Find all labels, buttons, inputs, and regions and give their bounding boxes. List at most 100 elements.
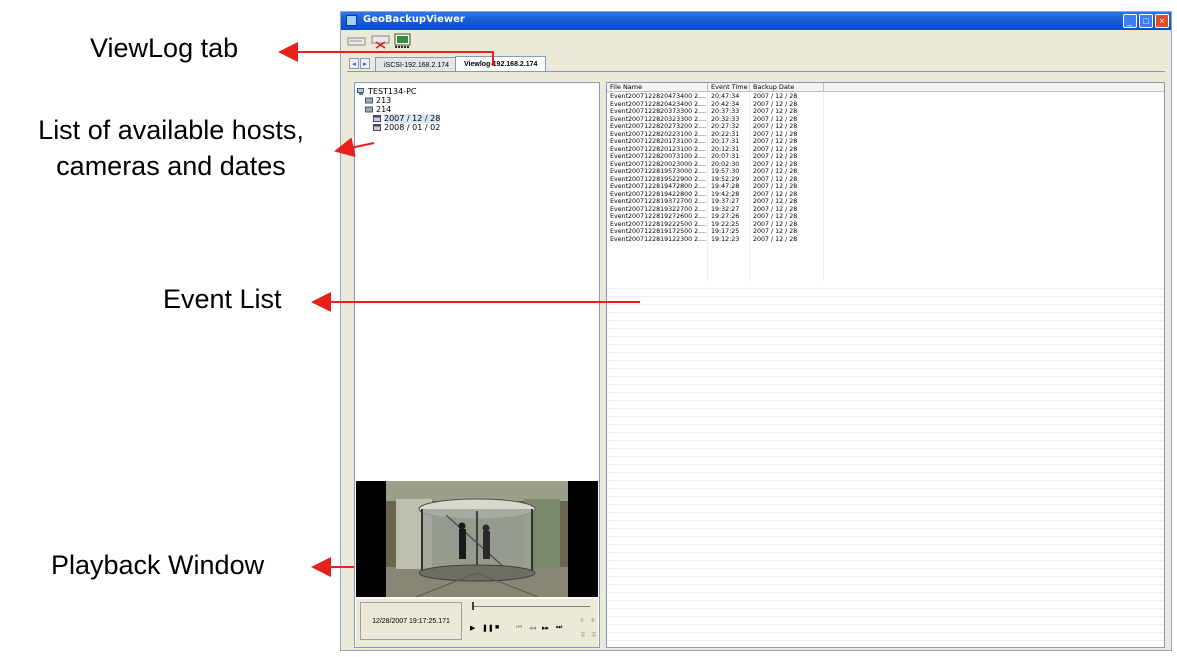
- speed-down-icon[interactable]: ∓: [580, 631, 586, 639]
- skip-end-icon[interactable]: ⏭: [556, 624, 562, 632]
- event-row[interactable]: Event2007122820073100 2.... 20:07:31 2007 …: [607, 153, 1164, 161]
- event-time: 20:12:31: [711, 145, 740, 153]
- event-backup-date: 2007 / 12 / 28: [753, 235, 798, 243]
- event-row[interactable]: Event2007122820173100 2.... 20:17:31 2007 …: [607, 138, 1164, 146]
- event-backup-date: 2007 / 12 / 28: [753, 130, 798, 138]
- event-file-name: Event2007122819222500 2....: [610, 220, 707, 228]
- event-time: 20:07:31: [711, 153, 740, 160]
- event-time: 20:37:33: [711, 108, 740, 115]
- callout-event-list: Event List: [163, 284, 282, 314]
- app-icon: [346, 15, 357, 26]
- iscsi-icon[interactable]: [347, 33, 367, 49]
- event-time: 19:47:28: [711, 183, 740, 190]
- event-row[interactable]: Event2007122819372700 2.... 19:37:27 2007 …: [607, 198, 1164, 206]
- tree-node-camera[interactable]: 213: [357, 96, 440, 105]
- calendar-icon: [373, 124, 381, 131]
- event-backup-date: 2007 / 12 / 28: [753, 100, 798, 108]
- tree-node-host[interactable]: TEST134-PC: [357, 87, 440, 96]
- callout-hosts-line2: cameras and dates: [56, 151, 286, 181]
- event-row[interactable]: Event2007122819172500 2.... 19:17:25 2007 …: [607, 228, 1164, 236]
- event-file-name: Event2007122820223100 2....: [610, 130, 707, 138]
- event-row[interactable]: Event2007122820223100 2.... 20:22:31 2007 …: [607, 131, 1164, 139]
- camera-label: 214: [376, 105, 392, 114]
- column-header-filler: [824, 83, 1164, 92]
- event-list-panel: File Name Event Time Backup Date Event20…: [606, 82, 1165, 648]
- event-backup-date: 2007 / 12 / 28: [753, 153, 798, 160]
- calendar-icon: [373, 115, 381, 122]
- playback-slider[interactable]: [472, 606, 590, 607]
- event-backup-date: 2007 / 12 / 28: [753, 198, 798, 205]
- skip-start-icon[interactable]: ⏮: [516, 624, 522, 632]
- event-backup-date: 2007 / 12 / 28: [753, 190, 798, 198]
- viewlog-icon[interactable]: [393, 33, 413, 49]
- event-time: 20:47:34: [711, 93, 740, 100]
- fast-forward-icon[interactable]: ▸▸: [542, 624, 549, 632]
- event-time: 19:37:27: [711, 198, 740, 205]
- event-row[interactable]: Event2007122819472800 2.... 19:47:28 2007 …: [607, 183, 1164, 191]
- tab-next-button[interactable]: ▸: [360, 58, 370, 69]
- maximize-button[interactable]: □: [1139, 14, 1153, 28]
- event-row[interactable]: Event2007122819322700 2.... 19:32:27 2007 …: [607, 206, 1164, 214]
- event-time: 19:52:29: [711, 175, 740, 183]
- tree-node-camera[interactable]: 214: [357, 105, 440, 114]
- host-label: TEST134-PC: [368, 87, 417, 96]
- zoom-in-icon[interactable]: ±: [591, 617, 595, 624]
- event-row[interactable]: Event2007122819272600 2.... 19:27:26 2007 …: [607, 213, 1164, 221]
- event-row[interactable]: Event2007122819122300 2.... 19:12:23 2007 …: [607, 236, 1164, 244]
- event-time: 20:22:31: [711, 130, 740, 138]
- tab-underline: [347, 71, 1165, 72]
- minimize-button[interactable]: _: [1123, 14, 1137, 28]
- tab-viewlog[interactable]: Viewlog-192.168.2.174: [455, 56, 547, 72]
- event-time: 19:27:26: [711, 213, 740, 220]
- event-row[interactable]: Event2007122820273200 2.... 20:27:32 2007 …: [607, 123, 1164, 131]
- event-backup-date: 2007 / 12 / 28: [753, 183, 798, 190]
- tab-prev-button[interactable]: ◂: [349, 58, 359, 69]
- event-time: 20:17:31: [711, 138, 740, 145]
- event-row[interactable]: Event2007122819522900 2.... 19:52:29 2007 …: [607, 176, 1164, 184]
- event-row[interactable]: Event2007122819573000 2.... 19:57:30 2007 …: [607, 168, 1164, 176]
- event-row[interactable]: Event2007122819222500 2.... 19:22:25 2007 …: [607, 221, 1164, 229]
- callout-playback-window: Playback Window: [51, 550, 265, 580]
- zoom-out-icon[interactable]: ∓: [591, 631, 597, 639]
- event-backup-date: 2007 / 12 / 28: [753, 228, 798, 235]
- event-backup-date: 2007 / 12 / 28: [753, 213, 798, 220]
- tree-node-date[interactable]: 2007 / 12 / 28: [357, 114, 441, 123]
- window-title: GeoBackupViewer: [363, 14, 465, 25]
- close-button[interactable]: ×: [1155, 14, 1169, 28]
- event-backup-date: 2007 / 12 / 28: [753, 115, 798, 123]
- date-label: 2008 / 01 / 02: [384, 123, 441, 132]
- playback-slider-thumb[interactable]: [472, 602, 474, 610]
- event-row[interactable]: Event2007122820373300 2.... 20:37:33 2007 …: [607, 108, 1164, 116]
- event-backup-date: 2007 / 12 / 28: [753, 93, 798, 100]
- tree-node-date[interactable]: 2008 / 01 / 02: [357, 123, 440, 132]
- event-file-name: Event2007122820173100 2....: [610, 138, 707, 145]
- camera-icon: [365, 97, 373, 104]
- toolbar: [341, 30, 1171, 54]
- stop-button-icon[interactable]: ■: [495, 624, 499, 631]
- tab-iscsi[interactable]: iSCSI-192.168.2.174: [375, 57, 458, 72]
- event-row[interactable]: Event2007122820123100 2.... 20:12:31 2007 …: [607, 146, 1164, 154]
- column-header-event-time[interactable]: Event Time: [708, 83, 750, 92]
- play-button-icon[interactable]: ▶: [470, 624, 475, 632]
- column-header-file-name[interactable]: File Name: [607, 83, 708, 92]
- column-header-backup-date[interactable]: Backup Date: [750, 83, 824, 92]
- event-row[interactable]: Event2007122820023000 2.... 20:02:30 2007 …: [607, 161, 1164, 169]
- event-time: 19:22:25: [711, 220, 740, 228]
- event-row[interactable]: Event2007122819422800 2.... 19:42:28 2007 …: [607, 191, 1164, 199]
- event-rows: Event2007122820473400 2.... 20:47:34 2007 …: [607, 93, 1164, 243]
- rewind-icon[interactable]: ◂◂: [529, 624, 536, 632]
- event-backup-date: 2007 / 12 / 28: [753, 205, 798, 213]
- pause-button-icon[interactable]: ❚❚: [482, 624, 494, 632]
- event-time: 20:27:32: [711, 123, 740, 130]
- disconnect-icon[interactable]: [371, 33, 391, 49]
- speed-up-icon[interactable]: ±: [580, 617, 584, 624]
- event-row[interactable]: Event2007122820473400 2.... 20:47:34 2007 …: [607, 93, 1164, 101]
- playback-timestamp: 12/28/2007 19:17:25.171: [360, 602, 462, 640]
- event-row[interactable]: Event2007122820423400 2.... 20:42:34 2007 …: [607, 101, 1164, 109]
- event-backup-date: 2007 / 12 / 28: [753, 175, 798, 183]
- app-window: GeoBackupViewer _ □ × ◂ ▸ iSCSI-192.168.…: [340, 11, 1172, 651]
- event-time: 20:32:33: [711, 115, 740, 123]
- event-row[interactable]: Event2007122820323300 2.... 20:32:33 2007 …: [607, 116, 1164, 124]
- event-file-name: Event2007122820423400 2....: [610, 100, 707, 108]
- date-label: 2007 / 12 / 28: [384, 114, 441, 123]
